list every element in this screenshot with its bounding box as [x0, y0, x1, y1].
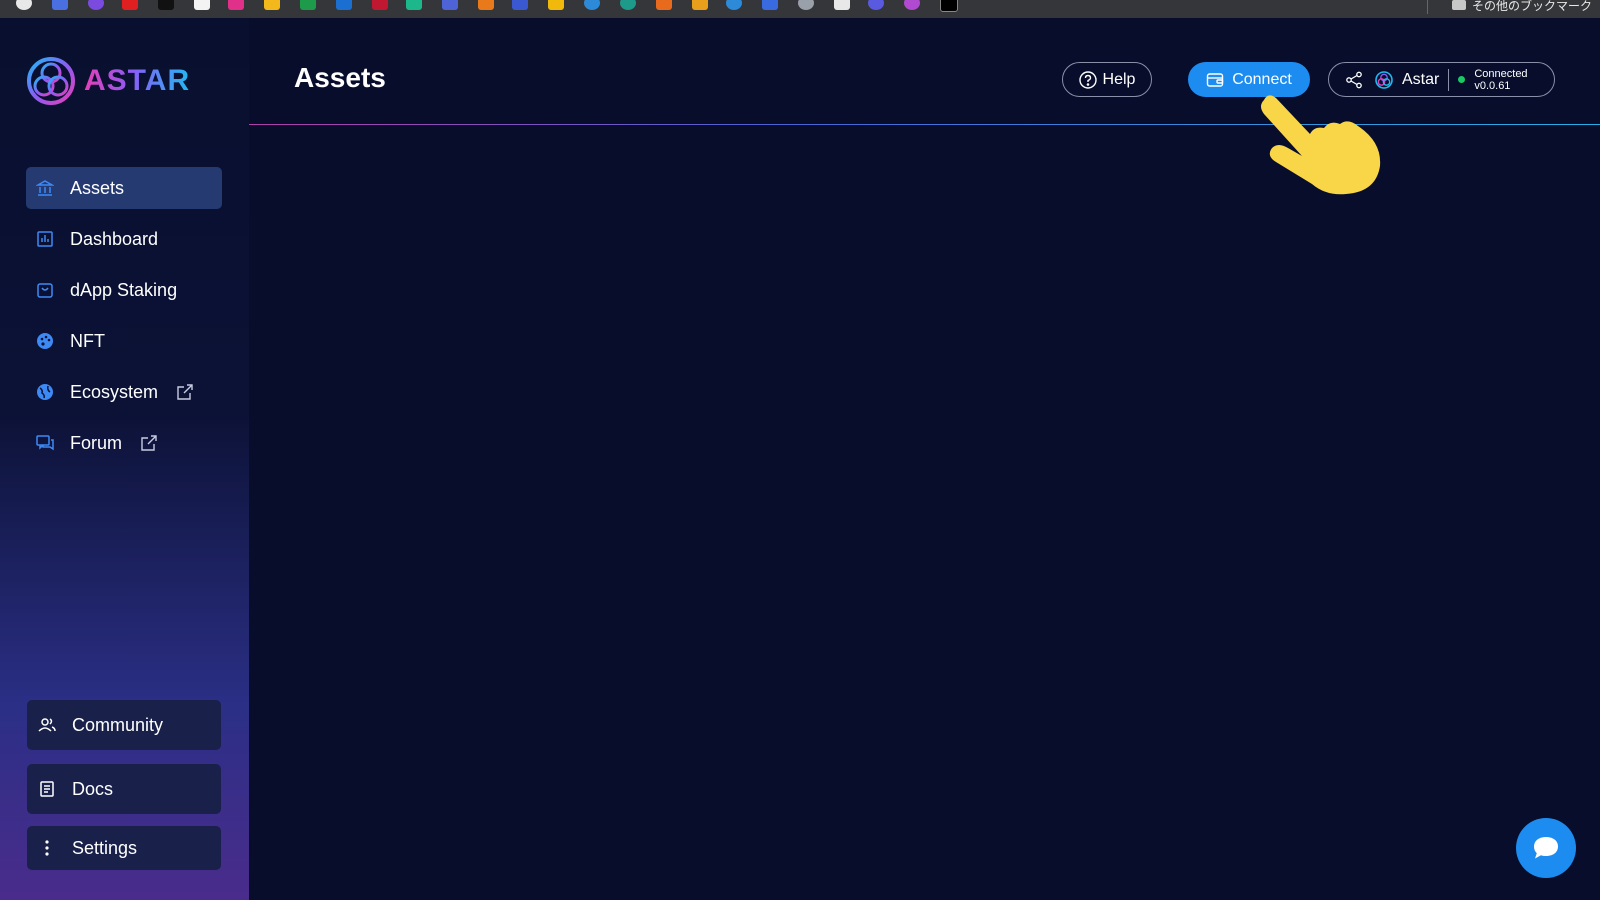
- astar-logo-icon: [27, 57, 75, 105]
- bookmark-icon[interactable]: [478, 0, 494, 10]
- bookmark-icon[interactable]: [904, 0, 920, 10]
- sidebar-item-label: dApp Staking: [70, 279, 178, 300]
- sidebar-item-dashboard[interactable]: Dashboard: [26, 218, 222, 260]
- bookmark-icon[interactable]: [300, 0, 316, 10]
- sidebar-item-nft[interactable]: NFT: [26, 320, 222, 362]
- astar-network-icon: [1375, 70, 1393, 89]
- chat-button[interactable]: [1516, 818, 1576, 878]
- sidebar-item-settings[interactable]: Settings: [27, 826, 221, 870]
- bookmark-separator: [1427, 0, 1428, 14]
- sidebar-item-label: Ecosystem: [70, 381, 159, 402]
- external-link-icon: [140, 434, 158, 452]
- bookmark-icon[interactable]: [620, 0, 636, 10]
- sidebar-item-label: Assets: [70, 177, 125, 198]
- vertical-dots-icon: [38, 839, 56, 857]
- bookmark-icon[interactable]: [940, 0, 958, 12]
- bookmark-icon[interactable]: [88, 0, 104, 10]
- connection-status: Connected v0.0.61: [1474, 68, 1527, 92]
- sidebar-nav: Assets Dashboard dApp Staking NFT Ecosys…: [26, 167, 222, 473]
- sidebar-item-ecosystem[interactable]: Ecosystem: [26, 371, 222, 413]
- bookmark-icon[interactable]: [868, 0, 884, 10]
- bookmark-icon[interactable]: [762, 0, 778, 10]
- document-icon: [38, 780, 56, 798]
- sidebar-item-label: NFT: [70, 330, 105, 351]
- status-dot: [1458, 76, 1466, 83]
- bookmark-icon[interactable]: [512, 0, 528, 10]
- bookmark-icon[interactable]: [122, 0, 138, 10]
- sidebar-item-label: Community: [72, 714, 164, 735]
- chart-icon: [36, 230, 54, 248]
- bookmark-icon[interactable]: [228, 0, 244, 10]
- chat-bubbles-icon: [36, 434, 54, 452]
- bag-icon: [36, 281, 54, 299]
- sidebar-item-label: Docs: [72, 778, 114, 799]
- bookmark-icon[interactable]: [372, 0, 388, 10]
- bookmark-bar: その他のブックマーク: [0, 0, 1600, 18]
- sidebar-item-assets[interactable]: Assets: [26, 167, 222, 209]
- sidebar-item-forum[interactable]: Forum: [26, 422, 222, 464]
- bookmark-icon[interactable]: [584, 0, 600, 10]
- version-label: v0.0.61: [1474, 79, 1511, 92]
- help-button[interactable]: Help: [1062, 62, 1152, 97]
- logo-text: ASTAR: [84, 64, 191, 97]
- palette-icon: [36, 332, 54, 350]
- sidebar-item-community[interactable]: Community: [27, 700, 221, 750]
- bookmark-icon[interactable]: [16, 0, 32, 10]
- bookmark-icon[interactable]: [406, 0, 422, 10]
- sidebar-item-label: Forum: [70, 432, 123, 453]
- pill-divider: [1448, 68, 1450, 91]
- bookmark-icon[interactable]: [336, 0, 352, 10]
- bookmark-icon[interactable]: [834, 0, 850, 10]
- sidebar-item-dapp-staking[interactable]: dApp Staking: [26, 269, 222, 311]
- pointing-hand-icon: [1261, 95, 1381, 195]
- other-bookmarks[interactable]: その他のブックマーク: [1451, 0, 1592, 13]
- header-divider: [249, 124, 1600, 125]
- share-icon[interactable]: [1345, 71, 1363, 89]
- globe-icon: [36, 383, 54, 401]
- bookmark-icon[interactable]: [798, 0, 814, 10]
- other-bookmarks-label: その他のブックマーク: [1471, 0, 1592, 13]
- sidebar-item-docs[interactable]: Docs: [27, 764, 221, 814]
- external-link-icon: [176, 383, 194, 401]
- page-title: Assets: [294, 62, 386, 93]
- bookmark-icon[interactable]: [158, 0, 174, 10]
- wallet-icon: [1206, 71, 1224, 89]
- chat-icon: [1532, 835, 1560, 861]
- network-name: Astar: [1402, 70, 1440, 88]
- astar-logo[interactable]: ASTAR: [26, 56, 190, 106]
- question-icon: [1078, 70, 1097, 89]
- bookmark-icon[interactable]: [52, 0, 68, 10]
- connect-label: Connect: [1232, 70, 1292, 88]
- help-label: Help: [1102, 70, 1136, 88]
- status-label: Connected: [1474, 67, 1528, 80]
- sidebar-item-label: Settings: [72, 837, 138, 858]
- sidebar: ASTAR Assets Dashboard dApp Staking NFT …: [0, 18, 249, 900]
- folder-icon: [1451, 0, 1466, 10]
- bookmark-icon[interactable]: [442, 0, 458, 10]
- bookmark-icon[interactable]: [548, 0, 564, 10]
- bookmark-icon[interactable]: [656, 0, 672, 10]
- bank-icon: [36, 179, 54, 197]
- people-icon: [38, 716, 56, 734]
- bookmark-icon[interactable]: [194, 0, 210, 10]
- sidebar-item-label: Dashboard: [70, 228, 159, 249]
- bookmark-icon[interactable]: [692, 0, 708, 10]
- bookmark-icon[interactable]: [726, 0, 742, 10]
- bookmark-icon[interactable]: [264, 0, 280, 10]
